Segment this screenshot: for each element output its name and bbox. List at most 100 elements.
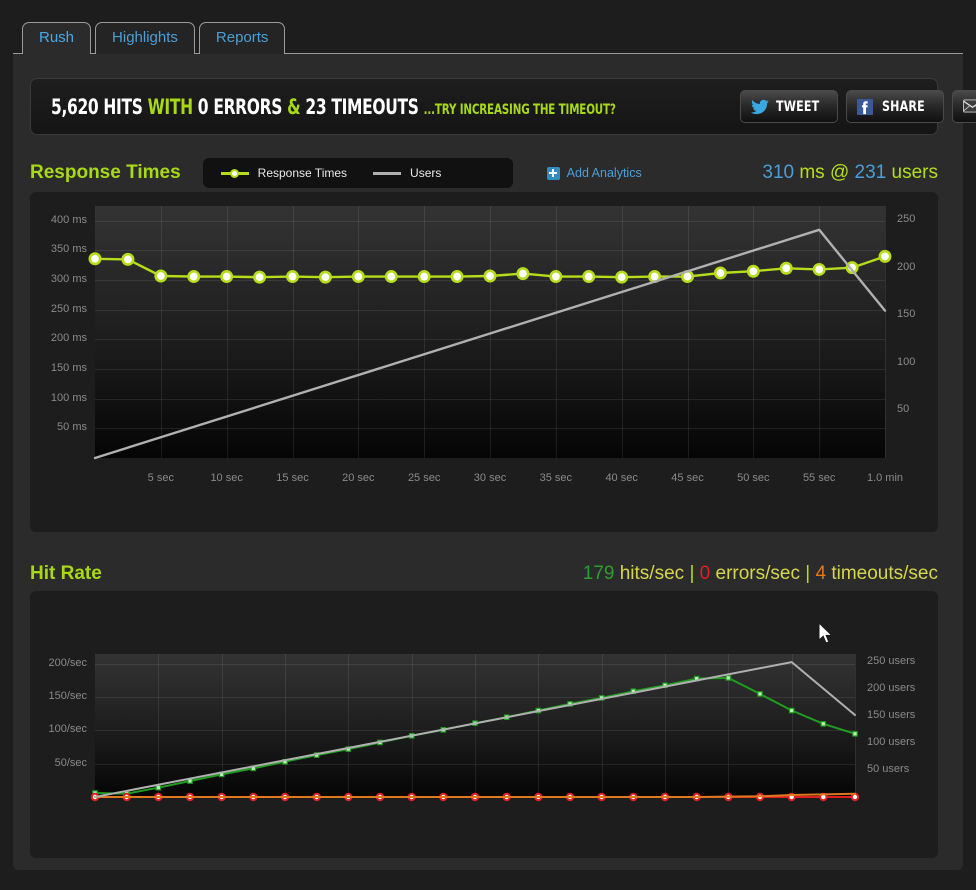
gridline-vertical [885, 206, 886, 458]
response-times-legend: Response Times Users [202, 158, 513, 188]
data-point-marker [757, 691, 763, 697]
response-times-title: Response Times [30, 162, 181, 183]
y2-axis-tick-label: 150 users [867, 709, 916, 722]
data-point-marker [450, 270, 464, 284]
data-point-marker [788, 707, 795, 714]
stat-at-symbol: @ [829, 162, 850, 183]
plus-icon [546, 166, 560, 180]
y2-axis-tick-label: 50 users [867, 763, 910, 776]
data-point-marker [220, 270, 234, 284]
share-button-label: SHARE [882, 98, 925, 115]
data-point-marker [253, 270, 267, 284]
tab-reports-label: Reports [215, 29, 269, 46]
y-axis-tick-label: 150/sec [48, 690, 87, 703]
errors-unit: errors/sec [715, 563, 800, 584]
series-line-users [93, 228, 887, 460]
data-point-marker [582, 270, 596, 284]
y2-axis-tick-label: 50 [897, 403, 910, 416]
tab-rush[interactable]: Rush [22, 22, 92, 54]
data-point-marker [725, 675, 732, 681]
summary-hits: 5,620 HITS [51, 94, 143, 119]
data-point-marker [286, 270, 300, 284]
summary-bar: 5,620 HITS WITH 0 ERRORS & 23 TIMEOUTS .… [30, 78, 976, 135]
summary-headline: 5,620 HITS WITH 0 ERRORS & 23 TIMEOUTS .… [51, 95, 616, 119]
legend-item-response-times[interactable]: Response Times [220, 166, 348, 180]
data-point-marker [187, 270, 201, 284]
y2-axis-tick-label: 250 [897, 213, 916, 226]
hit-rate-card: 200/sec 150/sec 100/sec 50/sec 250 users 200 … [30, 591, 938, 858]
legend-item-users[interactable]: Users [373, 166, 441, 180]
y-axis-tick-label: 200/sec [48, 656, 87, 669]
response-times-plot[interactable] [88, 206, 892, 460]
y2-axis-tick-label: 250 users [867, 655, 916, 668]
data-point-marker [417, 270, 431, 284]
share-button[interactable]: SHARE [846, 90, 944, 123]
data-point-marker [820, 721, 827, 727]
data-point-marker [318, 270, 332, 284]
y-axis-tick-label: 150 ms [50, 362, 87, 375]
data-point-marker [615, 270, 629, 284]
summary-amp: & [287, 94, 301, 119]
gridline-vertical [855, 654, 856, 797]
y2-axis-tick-label: 100 users [867, 736, 916, 749]
facebook-f-icon [857, 98, 875, 115]
response-time-value: 310 [762, 162, 795, 183]
x-axis-tick-label: 1.0 min [866, 472, 904, 484]
data-point-marker [812, 262, 826, 276]
summary-errors: 0 ERRORS [197, 94, 283, 119]
data-point-marker [779, 261, 793, 275]
add-analytics-button[interactable]: Add Analytics [546, 166, 642, 180]
stat-sep-1: | [689, 563, 695, 584]
summary-tail: ...TRY INCREASING THE TIMEOUT? [423, 101, 616, 118]
legend-swatch-users [373, 167, 402, 179]
tweet-button-label: TWEET [775, 98, 820, 115]
y-axis-tick-label: 350 ms [50, 243, 87, 256]
y-axis-tick-label: 100/sec [48, 723, 87, 736]
hits-unit: hits/sec [619, 563, 685, 584]
y-axis-tick-label: 400 ms [50, 213, 87, 226]
share-buttons: TWEET SHARE EMAIL [739, 90, 976, 123]
y-axis-tick-label: 50/sec [54, 756, 87, 769]
tab-highlights-label: Highlights [112, 29, 178, 46]
data-point-marker [155, 784, 162, 791]
data-point-marker [850, 792, 860, 802]
tweet-button[interactable]: TWEET [739, 90, 839, 123]
email-button[interactable]: EMAIL [951, 90, 976, 123]
data-point-marker [121, 252, 135, 266]
data-point-marker [154, 269, 168, 283]
hit-rate-plot[interactable] [90, 654, 860, 802]
y-axis-tick-label: 50 ms [57, 421, 87, 434]
data-point-marker [852, 731, 858, 737]
data-point-marker [88, 252, 102, 266]
app-root: Rush Highlights Reports 5,620 HITS WITH … [0, 0, 976, 890]
main-panel: 5,620 HITS WITH 0 ERRORS & 23 TIMEOUTS .… [13, 54, 976, 870]
hit-rate-stat: 179 hits/sec | 0 errors/sec | 4 timeouts… [583, 563, 938, 585]
y2-axis-tick-label: 200 [897, 260, 916, 273]
data-point-marker [351, 270, 365, 284]
y2-axis-tick-label: 100 [897, 355, 916, 368]
y-axis-tick-label: 100 ms [50, 391, 87, 404]
data-point-marker [746, 264, 760, 278]
add-analytics-label: Add Analytics [566, 166, 642, 180]
summary-with: WITH [147, 94, 193, 119]
tab-highlights[interactable]: Highlights [95, 22, 195, 54]
stat-sep-2: | [805, 563, 811, 584]
series-line-hits-sec [94, 676, 856, 795]
data-point-marker [549, 270, 563, 284]
y2-axis-tick-label: 200 users [867, 682, 916, 695]
data-point-marker [878, 249, 892, 263]
users-value: 231 [854, 162, 887, 183]
hit-rate-title: Hit Rate [30, 563, 102, 584]
tabbar: Rush Highlights Reports [22, 22, 286, 54]
response-times-stat: 310 ms @ 231 users [762, 162, 938, 184]
legend-label-response-times: Response Times [257, 166, 348, 180]
data-point-marker [483, 269, 497, 283]
y-axis-tick-label: 200 ms [50, 332, 87, 345]
response-times-header: Response Times Response Times Users Add … [30, 158, 938, 188]
tab-rush-label: Rush [39, 29, 75, 46]
y-axis-tick-label: 300 ms [50, 273, 87, 286]
tab-reports[interactable]: Reports [198, 22, 286, 54]
timeouts-value: 4 [815, 563, 827, 584]
twitter-bird-icon [750, 99, 769, 115]
response-time-unit: ms [799, 162, 825, 183]
